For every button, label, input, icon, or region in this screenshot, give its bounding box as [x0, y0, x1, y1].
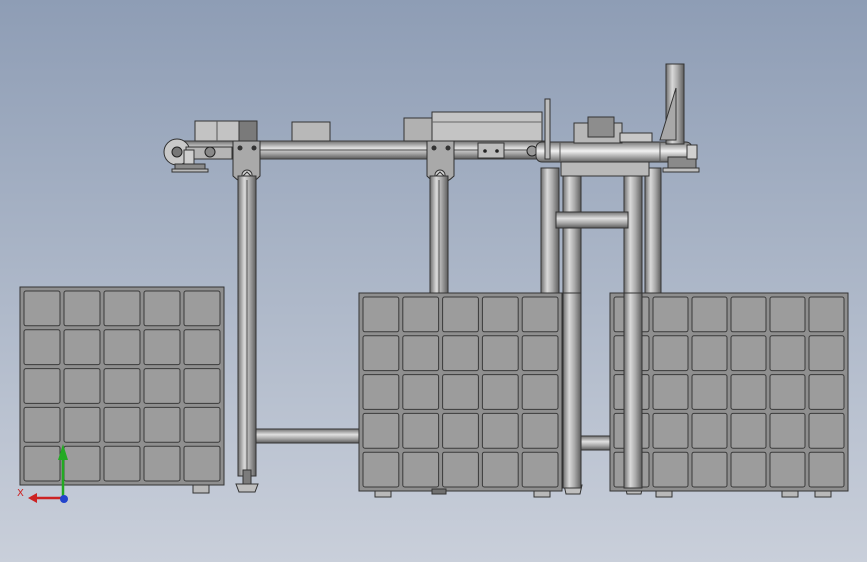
bin-cell — [63, 445, 101, 482]
bin-cell — [103, 406, 141, 443]
bin-cell — [730, 412, 767, 449]
bin-cell — [691, 412, 728, 449]
bin-cell — [63, 290, 101, 327]
bin-cell — [402, 296, 440, 333]
center-parts-bin — [358, 292, 563, 498]
bin-cell — [652, 374, 689, 410]
bin-cell — [481, 296, 519, 333]
bin-cell — [481, 374, 519, 410]
bin-cell — [23, 290, 61, 327]
bin-cell — [652, 335, 689, 372]
bin-cell — [481, 412, 519, 449]
bin-cell — [402, 335, 440, 372]
bin-cell — [143, 406, 181, 443]
bin-cell — [183, 368, 221, 404]
bin-cell — [402, 374, 440, 410]
cad-viewport[interactable]: X — [0, 0, 867, 562]
bin-cell — [402, 412, 440, 449]
bin-cell — [521, 296, 559, 333]
right-gantry-front-legs — [562, 292, 643, 489]
left-parts-bin — [19, 286, 225, 494]
guide-rail-block — [403, 111, 543, 142]
bin-cell — [691, 374, 728, 410]
bin-cell — [521, 374, 559, 410]
bin-cell — [769, 335, 806, 372]
bin-cell — [521, 412, 559, 449]
bin-cell — [103, 445, 141, 482]
bin-cell — [691, 335, 728, 372]
bin-cell — [63, 329, 101, 366]
bin-cell — [103, 329, 141, 366]
bin-cell — [481, 335, 519, 372]
sensor-block — [291, 121, 331, 142]
bin-cell — [481, 451, 519, 488]
bin-cell — [808, 335, 845, 372]
bin-cell — [808, 374, 845, 410]
bin-cell — [442, 412, 479, 449]
assembly-drawing: X — [17, 63, 849, 503]
bin-cell — [730, 451, 767, 488]
x-axis-label: X — [17, 488, 24, 499]
bin-cell — [23, 406, 61, 443]
bin-cell — [23, 445, 61, 482]
bin-cell — [730, 374, 767, 410]
bin-cell — [143, 290, 181, 327]
bin-cell — [652, 412, 689, 449]
bin-cell — [769, 412, 806, 449]
bin-cell — [521, 451, 559, 488]
bin-cell — [183, 445, 221, 482]
bin-cell — [103, 368, 141, 404]
bin-cell — [23, 329, 61, 366]
bin-cell — [769, 296, 806, 333]
bin-cell — [808, 412, 845, 449]
bin-cell — [691, 296, 728, 333]
vertical-lift-cylinder — [659, 63, 685, 145]
bin-cell — [730, 296, 767, 333]
bin-cell — [23, 368, 61, 404]
bin-cell — [183, 329, 221, 366]
bin-cell — [143, 368, 181, 404]
bin-cell — [402, 451, 440, 488]
bin-cell — [63, 368, 101, 404]
bin-cell — [769, 374, 806, 410]
lower-crossbeam — [255, 428, 363, 444]
bin-cell — [442, 451, 479, 488]
bin-cell — [143, 445, 181, 482]
right-parts-bin — [609, 292, 849, 498]
bin-cell — [442, 374, 479, 410]
bin-cell — [808, 451, 845, 488]
drive-motor — [194, 120, 258, 142]
bin-cell — [362, 412, 400, 449]
bin-cell — [103, 290, 141, 327]
bin-cell — [691, 451, 728, 488]
bin-cell — [183, 406, 221, 443]
bin-cell — [183, 290, 221, 327]
bin-cell — [362, 335, 400, 372]
bin-cell — [362, 451, 400, 488]
bin-cell — [652, 451, 689, 488]
bin-cell — [143, 329, 181, 366]
bin-cell — [442, 335, 479, 372]
bin-cell — [362, 296, 400, 333]
bin-cell — [63, 406, 101, 443]
bin-cell — [808, 296, 845, 333]
bin-cell — [362, 374, 400, 410]
bin-cell — [769, 451, 806, 488]
bin-cell — [442, 296, 479, 333]
bin-cell — [521, 335, 559, 372]
bin-cell — [652, 296, 689, 333]
bin-cell — [730, 335, 767, 372]
